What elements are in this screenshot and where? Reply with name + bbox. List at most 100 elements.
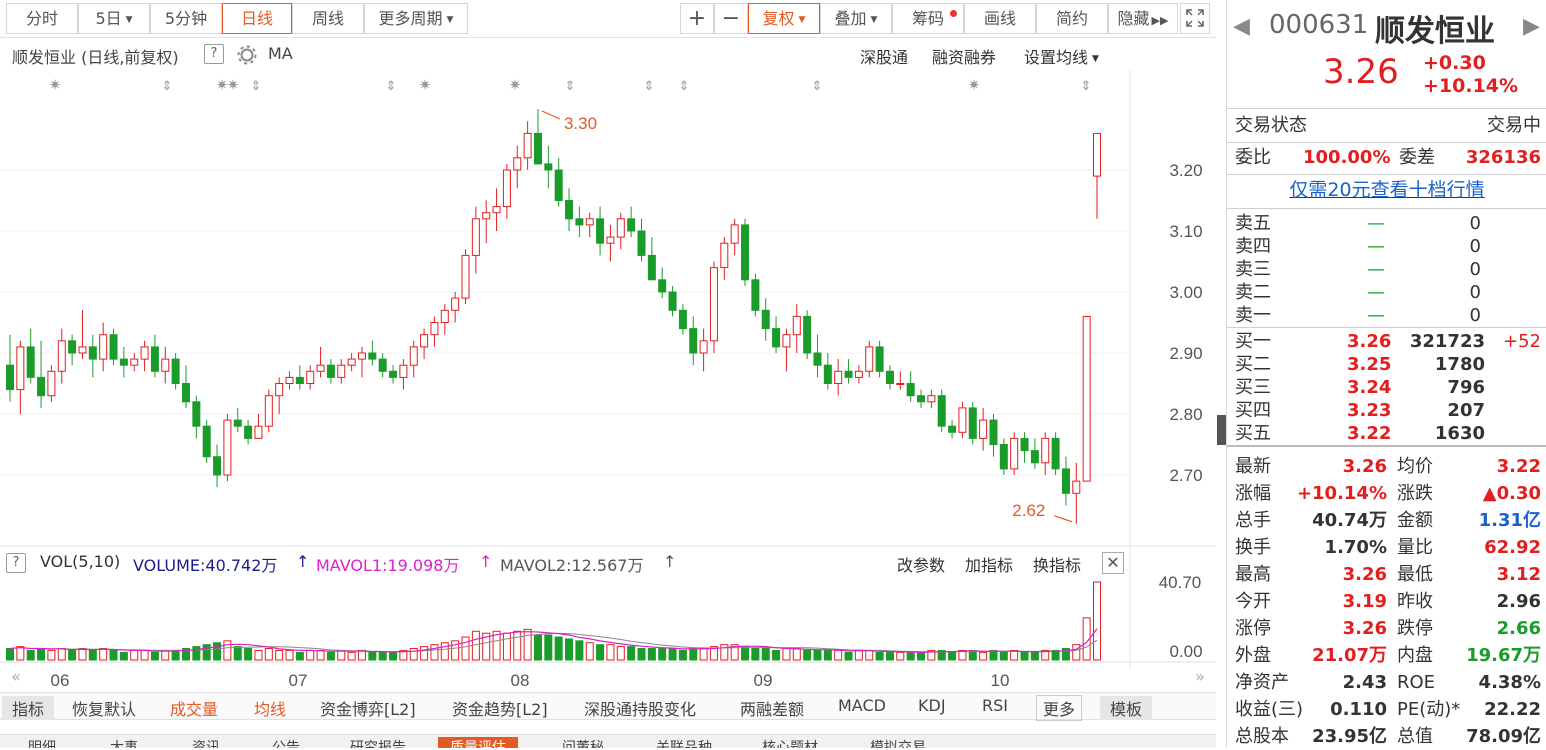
collapse-handle[interactable] (1217, 415, 1226, 445)
info-tab[interactable]: 核心题材 (762, 737, 818, 748)
bid-row[interactable]: 买二 3.25 1780 (1227, 353, 1546, 376)
candle-body (989, 419, 998, 446)
price-tick-label: 2.70 (1169, 466, 1202, 485)
indicator-tab[interactable]: 深股通持股变化 (584, 696, 696, 720)
volume-bar (544, 634, 553, 661)
month-tick-label: 06 (51, 671, 70, 690)
candle-body (306, 370, 315, 384)
candle-body (347, 358, 356, 366)
vol-help-icon[interactable]: ? (6, 553, 26, 573)
volume-bar (875, 651, 884, 661)
add-indicator-button[interactable]: 加指标 (965, 552, 1013, 576)
chevron-down-icon: ▼ (125, 15, 133, 25)
ask-row[interactable]: 卖一 — 0 (1227, 304, 1546, 327)
tab-daily[interactable]: 日线 (222, 3, 292, 34)
tab-weekly[interactable]: 周线 (292, 3, 364, 34)
indicator-tab[interactable]: 资金博弈[L2] (320, 696, 416, 720)
chart-subheader: 顺发恒业 (日线,前复权) ? MA 深股通 融资融券 设置均线 ▼ (0, 40, 1216, 70)
candle-body (751, 279, 760, 311)
help-icon[interactable]: ? (204, 44, 224, 64)
candle-body (937, 395, 946, 427)
candle-body (213, 456, 222, 476)
indicator-tab[interactable]: RSI (982, 696, 1008, 715)
event-arrow-icon: ⇕ (644, 79, 655, 94)
candle-body (6, 364, 14, 391)
indicator-tab[interactable]: 恢复默认 (72, 696, 136, 720)
bid-row[interactable]: 买五 3.22 1630 (1227, 422, 1546, 445)
weibi-label: 委比 (1235, 147, 1271, 168)
candle-body (834, 370, 843, 384)
candlestick-chart[interactable]: 3.20 3.10 3.00 2.90 2.80 2.70 3.30 2.62 ✷ ⇕ ✷ ✷ ⇕ ⇕ ✷ ✷… (0, 70, 1216, 692)
price-tick-label: 2.80 (1169, 405, 1202, 424)
tab-5min[interactable]: 5分钟 (150, 3, 222, 34)
indicator-tab[interactable]: MACD (838, 696, 886, 715)
candle-body (285, 376, 294, 384)
zoom-out-button[interactable]: − (714, 3, 748, 34)
indicator-tab[interactable]: 资金趋势[L2] (452, 696, 548, 720)
vol-tick-label: 0.00 (1169, 642, 1202, 661)
ask-row[interactable]: 卖三 — 0 (1227, 258, 1546, 281)
stat-label: 最低 (1397, 564, 1433, 585)
info-tab[interactable]: 研究报告 (350, 737, 406, 748)
bid-row[interactable]: 买四 3.23 207 (1227, 399, 1546, 422)
indicator-tab[interactable]: 两融差额 (740, 696, 804, 720)
set-ma-button[interactable]: 设置均线 ▼ (1024, 44, 1099, 68)
candle-body (1093, 132, 1101, 177)
volume-bar (741, 646, 750, 661)
info-tab[interactable]: 质量评估 (438, 737, 518, 748)
link-margin[interactable]: 融资融券 (932, 44, 996, 68)
gear-icon[interactable] (236, 44, 258, 66)
bid-row[interactable]: 买一 3.26 321723 +52 (1227, 330, 1546, 353)
close-icon[interactable]: ✕ (1102, 552, 1124, 574)
indicator-tab[interactable]: 更多 (1036, 695, 1083, 721)
ask-row[interactable]: 卖四 — 0 (1227, 235, 1546, 258)
info-tab[interactable]: 模拟交易 (870, 737, 926, 748)
prev-stock-arrow-icon[interactable]: ◀ (1233, 14, 1250, 39)
change-params-button[interactable]: 改参数 (897, 552, 945, 576)
volume-bar (409, 648, 418, 661)
volume-bar (368, 651, 377, 661)
info-tab[interactable]: 关联品种 (656, 737, 712, 748)
indicator-tab[interactable]: 均线 (254, 696, 286, 720)
switch-indicator-button[interactable]: 换指标 (1033, 552, 1081, 576)
volume-bar (192, 646, 201, 661)
last-price: 3.26 (1323, 52, 1399, 92)
stat-row: 总股本 23.95亿 总值 78.09亿 (1227, 723, 1546, 750)
ask-row[interactable]: 卖二 — 0 (1227, 281, 1546, 304)
info-tab[interactable]: 问董秘 (562, 737, 604, 748)
indicator-tab[interactable]: 指标 (2, 696, 55, 720)
fullscreen-button[interactable] (1180, 3, 1210, 34)
volume-bar (119, 651, 128, 661)
level10-link[interactable]: 仅需20元查看十档行情 (1227, 179, 1546, 202)
stat-row: 净资产 2.43 ROE 4.38% (1227, 669, 1546, 696)
zoom-in-button[interactable]: + (680, 3, 714, 34)
event-arrow-icon: ⇕ (1081, 79, 1092, 94)
chips-button[interactable]: 筹码 (892, 3, 964, 34)
volume-bar (979, 651, 988, 661)
link-shengutong[interactable]: 深股通 (860, 44, 908, 68)
simple-button[interactable]: 简约 (1036, 3, 1108, 34)
chips-label: 筹码 (911, 9, 944, 28)
indicator-tab[interactable]: 模板 (1100, 696, 1153, 720)
chevron-down-icon: ▼ (798, 15, 806, 25)
tab-fenshi[interactable]: 分时 (6, 3, 78, 34)
bid-change: +52 (1503, 331, 1541, 352)
tab-more-periods[interactable]: 更多周期 ▼ (364, 3, 468, 34)
info-tab[interactable]: 公告 (272, 737, 300, 748)
draw-button[interactable]: 画线 (964, 3, 1036, 34)
ask-row[interactable]: 卖五 — 0 (1227, 212, 1546, 235)
overlay-button[interactable]: 叠加 ▼ (820, 3, 892, 34)
indicator-tab[interactable]: 成交量 (170, 696, 218, 720)
volume-bar (699, 648, 708, 661)
info-tab[interactable]: 大事 (110, 737, 138, 748)
indicator-tab[interactable]: KDJ (918, 696, 946, 715)
stat-label: 内盘 (1397, 645, 1433, 666)
hide-button[interactable]: 隐藏 ▶▶ (1108, 3, 1178, 34)
candle-body (88, 346, 97, 360)
bid-row[interactable]: 买三 3.24 796 (1227, 376, 1546, 399)
fuquan-button[interactable]: 复权 ▼ (748, 3, 820, 34)
info-tab[interactable]: 资讯 (192, 737, 220, 748)
tab-5day[interactable]: 5日 ▼ (78, 3, 150, 34)
info-tab[interactable]: 明细 (28, 737, 56, 748)
next-stock-arrow-icon[interactable]: ▶ (1523, 14, 1540, 39)
